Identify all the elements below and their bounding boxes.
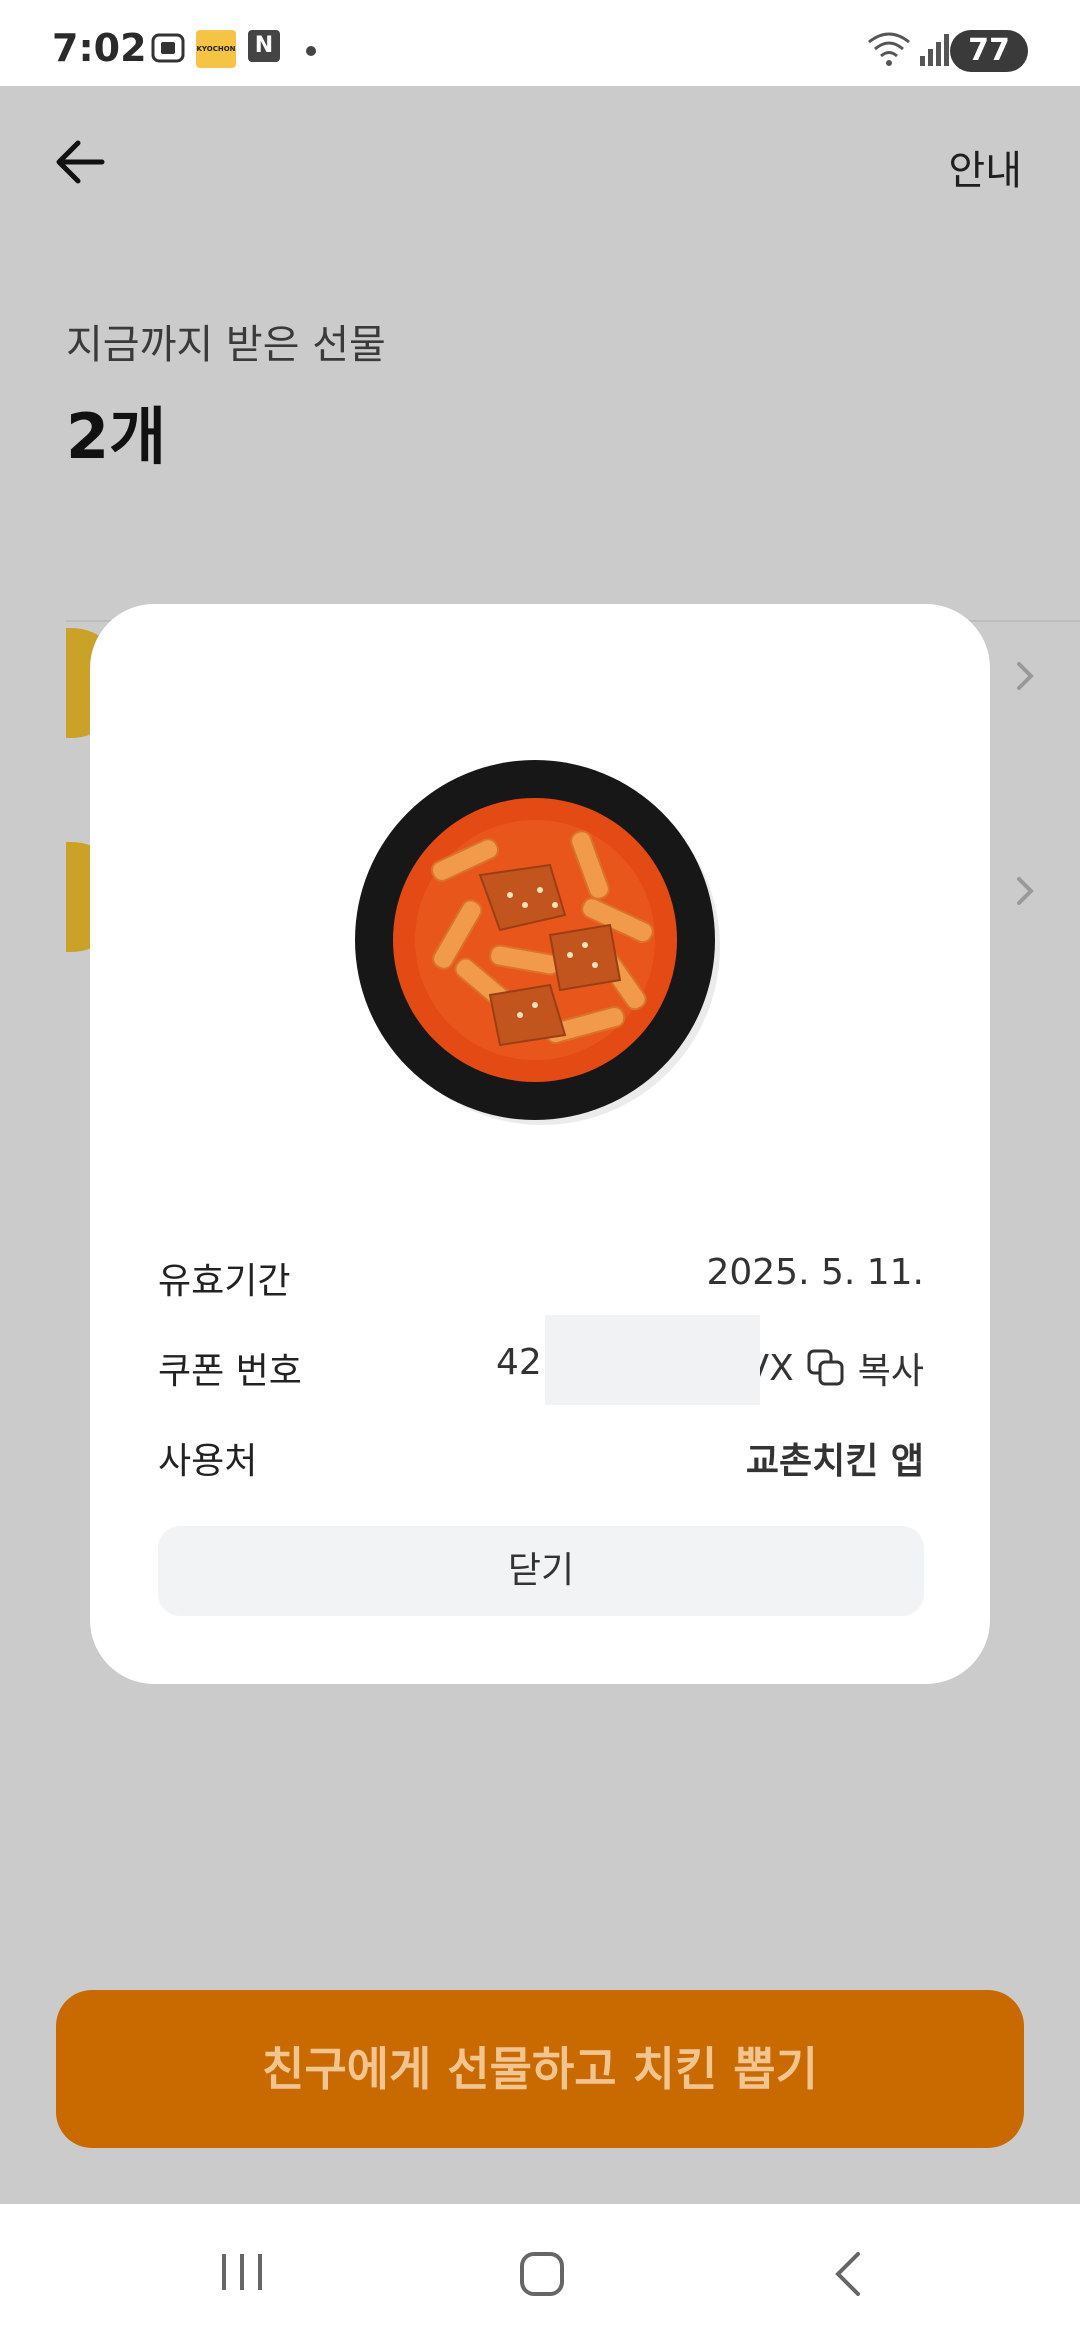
- arrow-left-icon: [56, 140, 105, 184]
- status-bar: 7:02 KYOCHON N 77: [0, 0, 1080, 86]
- signal-icon: [918, 30, 952, 74]
- received-gifts-label: 지금까지 받은 선물: [66, 322, 386, 368]
- usage-label: 사용처: [158, 1441, 258, 1482]
- naver-app-icon-label: N: [254, 33, 274, 58]
- chevron-right-icon[interactable]: [1010, 661, 1040, 691]
- usage-value: 교촌치킨 앱: [745, 1441, 924, 1482]
- naver-app-icon: N: [248, 30, 280, 62]
- usage-row: 사용처 교촌치킨 앱: [158, 1432, 924, 1492]
- kyochon-app-icon-label: KYOCHON: [196, 45, 236, 53]
- copy-icon: [807, 1349, 844, 1386]
- back-button[interactable]: [50, 132, 110, 192]
- status-time: 7:02: [52, 26, 147, 70]
- close-button[interactable]: 닫기: [158, 1526, 924, 1616]
- coupon-number-label: 쿠폰 번호: [158, 1351, 302, 1392]
- wifi-icon: [866, 30, 912, 74]
- tteokbokki-image: [350, 755, 720, 1125]
- gift-to-friend-button[interactable]: 친구에게 선물하고 치킨 뽑기: [56, 1990, 1024, 2148]
- notification-dot-icon: [306, 46, 316, 56]
- chevron-right-icon[interactable]: [1010, 876, 1040, 906]
- back-nav-icon[interactable]: [830, 2250, 866, 2302]
- coupon-copy-button[interactable]: VX 복사: [744, 1342, 924, 1394]
- kyochon-app-icon: KYOCHON: [196, 30, 236, 68]
- recent-apps-icon[interactable]: [218, 2250, 266, 2298]
- system-nav-bar: [0, 2204, 1080, 2340]
- home-icon[interactable]: [518, 2250, 566, 2302]
- coupon-number-row: 쿠폰 번호 42 VX 복사: [158, 1342, 924, 1402]
- screenshot-icon: [150, 30, 186, 70]
- validity-row: 유효기간 2025. 5. 11.: [158, 1252, 924, 1312]
- coupon-number-mask: [545, 1315, 760, 1405]
- battery-indicator: 77: [950, 30, 1028, 72]
- validity-value: 2025. 5. 11.: [706, 1252, 924, 1293]
- validity-label: 유효기간: [158, 1261, 291, 1302]
- copy-label: 복사: [857, 1351, 924, 1392]
- received-gifts-count: 2개: [66, 400, 167, 473]
- guide-button[interactable]: 안내: [948, 138, 1022, 196]
